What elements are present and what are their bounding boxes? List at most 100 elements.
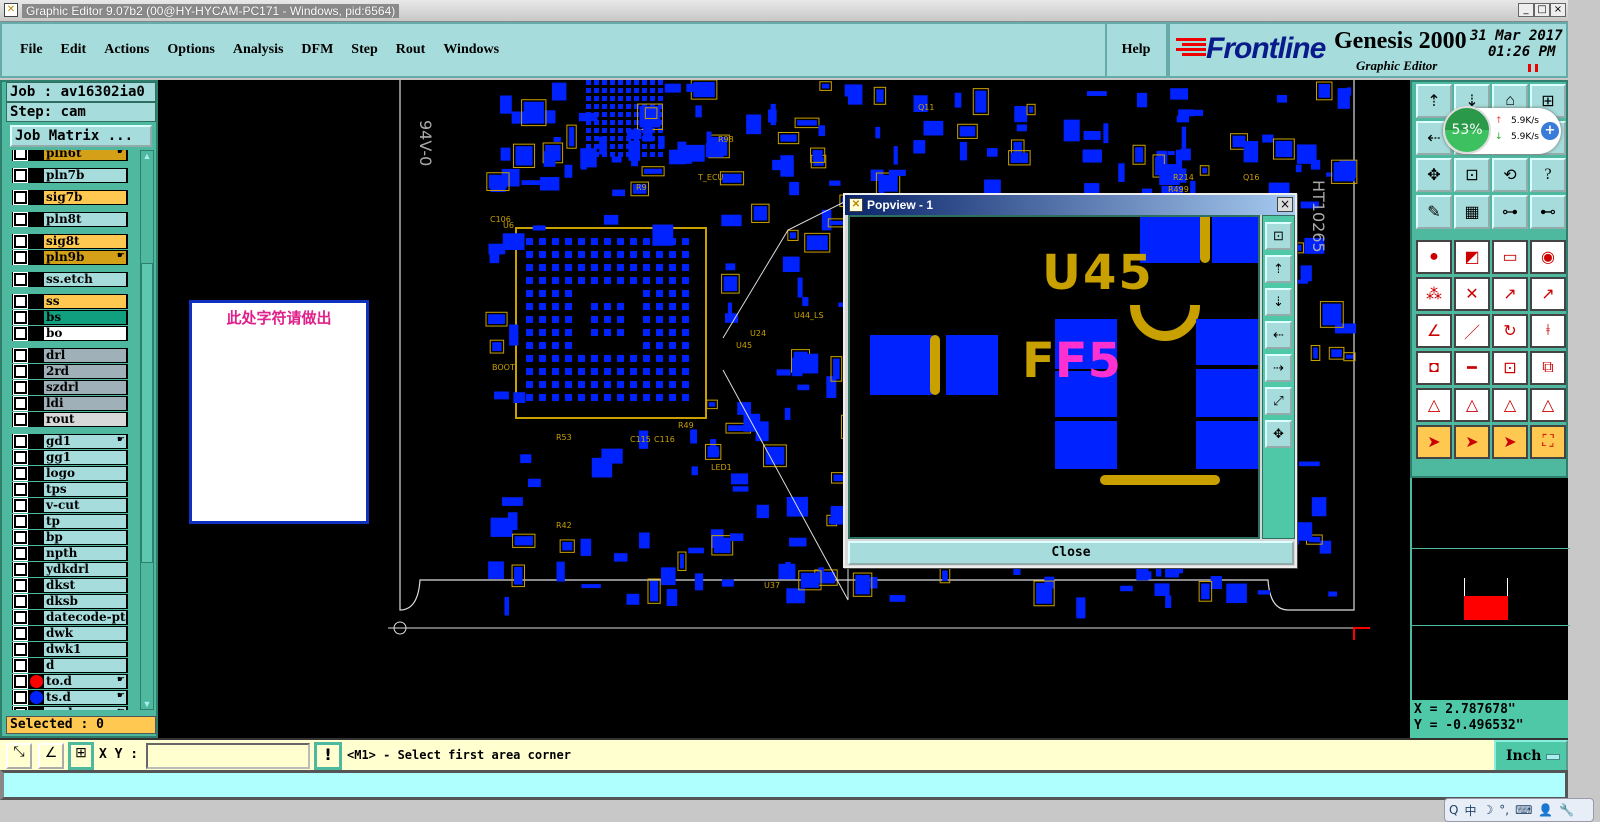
layer-row-ydkdrl[interactable]: ydkdrl [12, 562, 128, 577]
alert-icon[interactable]: ! [314, 742, 342, 770]
xy-input[interactable] [146, 743, 310, 769]
rotate-icon[interactable]: ⟲ [1492, 158, 1528, 192]
layer-row-npth[interactable]: npth [12, 546, 128, 561]
line-h-icon[interactable]: ━ [1454, 351, 1490, 385]
layer-name[interactable]: ts.d [44, 691, 126, 704]
units-dropdown[interactable]: Inch [1494, 740, 1568, 772]
layer-name[interactable]: ydkdrl [44, 563, 126, 576]
layer-checkbox[interactable] [13, 626, 28, 641]
layer-checkbox[interactable] [13, 610, 28, 625]
layer-scrollbar[interactable]: ▲ ▼ [140, 150, 154, 710]
plus-icon[interactable]: + [1541, 122, 1559, 140]
layer-name[interactable]: logo [44, 467, 126, 480]
layer-row-gd1[interactable]: gd1 ☛ [12, 434, 128, 449]
layer-checkbox[interactable] [13, 514, 28, 529]
close-window-button[interactable]: × [1550, 3, 1566, 17]
layer-row-tp[interactable]: tp [12, 514, 128, 529]
layer-name[interactable]: d [44, 659, 126, 672]
layer-name[interactable]: v-cut [44, 499, 126, 512]
layer-checkbox[interactable] [13, 250, 28, 265]
layer-name[interactable]: sig7b [44, 191, 126, 204]
layer-name[interactable]: ss.etch [44, 273, 126, 286]
pause-icon[interactable] [1528, 64, 1538, 72]
layer-name[interactable]: bo [44, 327, 126, 340]
layer-name[interactable]: bp [44, 531, 126, 544]
layer-row-ts.d[interactable]: ts.d ☛ [12, 690, 128, 705]
layer-row-cs.d[interactable]: cs.d☛ [12, 706, 128, 710]
layer-row-logo[interactable]: logo [12, 466, 128, 481]
layer-checkbox[interactable] [13, 272, 28, 287]
layer-name[interactable]: 2rd [44, 365, 126, 378]
layer-checkbox[interactable] [13, 190, 28, 205]
pan-up-icon[interactable]: ⇡ [1416, 84, 1452, 118]
layer-row-pln9b[interactable]: pln9b ☛ [12, 250, 128, 265]
scroll-down-icon[interactable]: ▼ [141, 699, 153, 709]
layer-checkbox[interactable] [13, 546, 28, 561]
layer-checkbox[interactable] [13, 396, 28, 411]
job-matrix-button[interactable]: Job Matrix ... [10, 125, 152, 147]
layer-row-pln8t[interactable]: pln8t [12, 212, 128, 227]
layer-checkbox[interactable] [13, 310, 28, 325]
triangle-icon[interactable]: △ [1416, 388, 1452, 422]
layer-row-pln6t[interactable]: pln6t ☛ [12, 150, 128, 161]
layer-row-drl[interactable]: drl [12, 348, 128, 363]
connect-icon[interactable]: ⁂ [1416, 277, 1452, 311]
layer-row-dksb[interactable]: dksb [12, 594, 128, 609]
menu-edit[interactable]: Edit [61, 42, 87, 58]
layer-checkbox[interactable] [13, 380, 28, 395]
layer-row-dwk[interactable]: dwk [12, 626, 128, 641]
popview-canvas[interactable]: U45 FF5 [848, 215, 1260, 539]
pointer-icon[interactable]: ➤ [1416, 425, 1452, 459]
zoom-box-icon[interactable]: ⊡ [1454, 158, 1490, 192]
select-pad-icon[interactable]: ◘ [1416, 351, 1452, 385]
layer-row-sig7b[interactable]: sig7b [12, 190, 128, 205]
pad-dash-icon[interactable]: ◉ [1530, 240, 1566, 274]
layer-row-datecode-ptc[interactable]: datecode-ptc [12, 610, 128, 625]
query-icon[interactable]: ? [1530, 158, 1566, 192]
grid-icon[interactable]: ▦ [1454, 195, 1490, 229]
layer-checkbox[interactable] [13, 326, 28, 341]
layer-checkbox[interactable] [13, 498, 28, 513]
layer-row-tps[interactable]: tps [12, 482, 128, 497]
overview-map[interactable] [1410, 478, 1570, 700]
layer-name[interactable]: tps [44, 483, 126, 496]
layer-checkbox[interactable] [13, 674, 28, 689]
cross-icon[interactable]: ✕ [1454, 277, 1490, 311]
menu-windows[interactable]: Windows [443, 42, 499, 58]
multi-icon[interactable]: ⧉ [1530, 351, 1566, 385]
grid-snap-icon[interactable]: ⊞ [68, 742, 94, 770]
layer-row-ldi[interactable]: ldi [12, 396, 128, 411]
popview-close-button[interactable]: Close [848, 541, 1294, 565]
zoom-box-icon[interactable]: ⊡ [1265, 222, 1292, 250]
layer-name[interactable]: datecode-ptc [44, 611, 126, 624]
layer-checkbox[interactable] [13, 594, 28, 609]
menu-dfm[interactable]: DFM [301, 42, 333, 58]
menu-rout[interactable]: Rout [396, 42, 426, 58]
layer-name[interactable]: pln9b [44, 251, 126, 264]
layer-name[interactable]: dksb [44, 595, 126, 608]
layer-row-d[interactable]: d [12, 658, 128, 673]
layer-name[interactable]: gg1 [44, 451, 126, 464]
tray-item[interactable]: 中 [1464, 802, 1476, 819]
layer-row-pln7b[interactable]: pln7b [12, 168, 128, 183]
layer-checkbox[interactable] [13, 168, 28, 183]
fit-icon[interactable]: ✥ [1416, 158, 1452, 192]
layer-row-gg1[interactable]: gg1 [12, 450, 128, 465]
tray-item[interactable]: 🔧 [1559, 803, 1574, 817]
popview-close-icon[interactable]: × [1277, 197, 1293, 212]
layer-name[interactable]: to.d [44, 675, 126, 688]
menu-actions[interactable]: Actions [104, 42, 149, 58]
scroll-thumb[interactable] [141, 263, 153, 563]
tray-item[interactable]: Q [1449, 803, 1458, 817]
network-monitor-widget[interactable]: 53% ↑ 5.9K/s ↓ 5.9K/s + [1443, 106, 1561, 154]
minimize-button[interactable]: _ [1518, 3, 1534, 17]
route-red2-icon[interactable]: ⊷ [1530, 195, 1566, 229]
pointer2-icon[interactable]: ➤ [1454, 425, 1490, 459]
layer-name[interactable]: sig8t [44, 235, 126, 248]
layer-name[interactable]: dwk1 [44, 643, 126, 656]
layer-name[interactable]: ldi [44, 397, 126, 410]
layer-name[interactable]: drl [44, 349, 126, 362]
tray-item[interactable]: 👤 [1538, 803, 1553, 817]
tray-item[interactable]: ⌨ [1515, 803, 1532, 817]
fit-icon[interactable]: ⤢ [1265, 387, 1292, 415]
